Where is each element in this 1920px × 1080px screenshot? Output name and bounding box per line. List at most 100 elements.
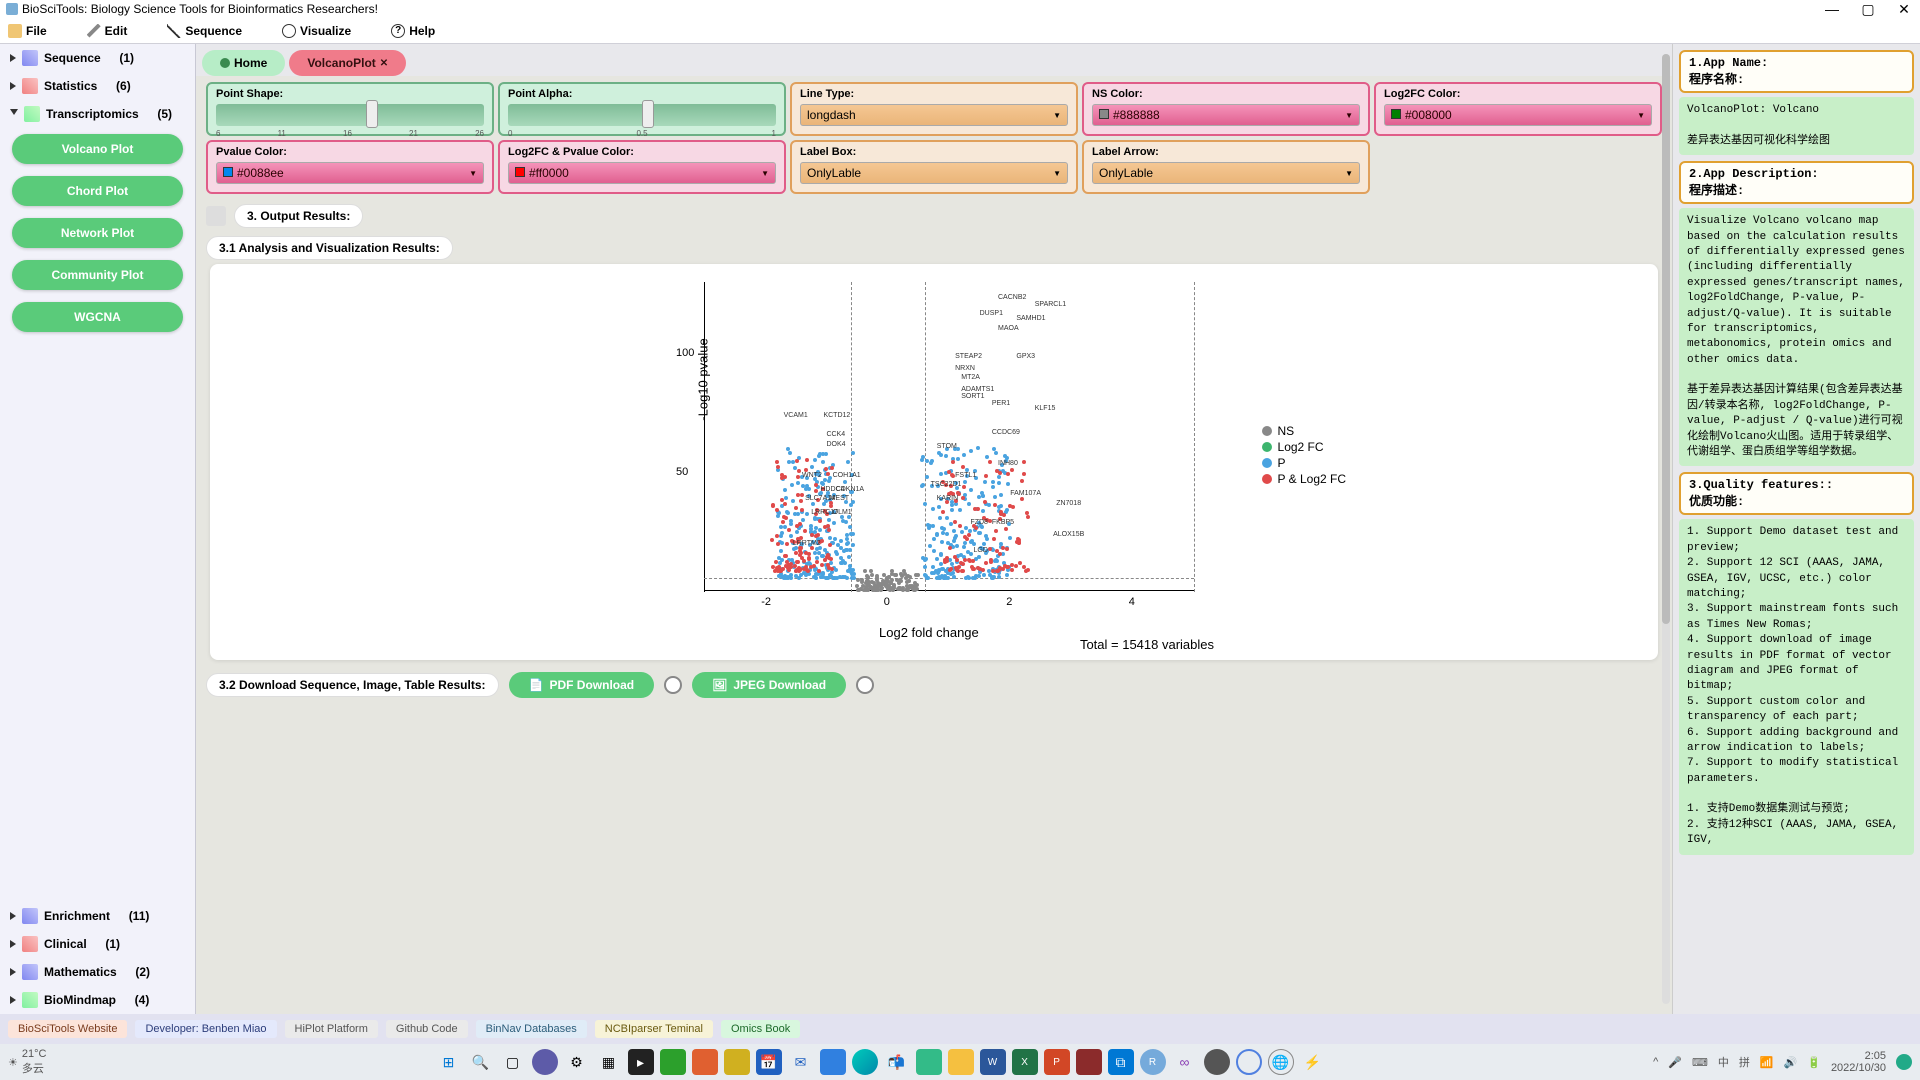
app-icon[interactable] [1236,1049,1262,1075]
link-ncbiparser[interactable]: NCBIparser Teminal [595,1020,713,1038]
line-type-dropdown[interactable]: longdash▼ [800,104,1068,126]
volume-icon[interactable]: 🔊 [1784,1056,1798,1069]
mail-icon[interactable]: ✉ [788,1049,814,1075]
info-appdesc-body: Visualize Volcano volcano map based on t… [1679,208,1914,466]
explorer-icon[interactable] [948,1049,974,1075]
sidebar-group-sequence[interactable]: Sequence (1) [0,44,195,72]
sidebar-group-statistics[interactable]: Statistics (6) [0,72,195,100]
weather-widget[interactable]: ☀ 21°C多云 [8,1048,108,1076]
link-hiplot[interactable]: HiPlot Platform [285,1020,378,1038]
task-view-icon[interactable]: ▢ [500,1049,526,1075]
wifi-icon[interactable]: 📶 [1760,1056,1774,1069]
start-button[interactable]: ⊞ [436,1049,462,1075]
scrollbar[interactable] [1662,54,1670,1004]
app-icon[interactable] [820,1049,846,1075]
option-label-arrow: Label Arrow: OnlyLable▼ [1082,140,1370,194]
notification-icon[interactable] [1896,1054,1912,1070]
point-alpha-slider[interactable]: 00.51 [508,104,776,126]
point-shape-slider[interactable]: 611162126 [216,104,484,126]
powerpoint-icon[interactable]: P [1044,1049,1070,1075]
tab-close-icon[interactable]: ✕ [380,58,388,69]
sidebar-group-transcriptomics[interactable]: Transcriptomics (5) [0,100,195,128]
link-binnav[interactable]: BinNav Databases [476,1020,587,1038]
pdf-download-button[interactable]: 📄PDF Download [509,672,655,698]
pdf-radio[interactable] [664,676,682,694]
chevron-down-icon: ▼ [1345,169,1353,178]
excel-icon[interactable]: X [1012,1049,1038,1075]
jpeg-download-button[interactable]: 🖼JPEG Download [692,672,846,698]
mic-icon[interactable]: 🎤 [1668,1056,1682,1069]
x-axis-label: Log2 fold change [879,625,979,640]
app-icon[interactable] [1204,1049,1230,1075]
sidebar-item-network-plot[interactable]: Network Plot [12,218,183,248]
close-button[interactable]: ✕ [1894,1,1914,18]
plot-canvas: -Log10 pvalue Log2 fold change Total = 1… [594,272,1274,652]
app-icon[interactable]: ⚡ [1300,1049,1326,1075]
app-icon[interactable] [916,1049,942,1075]
link-github[interactable]: Github Code [386,1020,468,1038]
sidebar-group-biomindmap[interactable]: BioMindmap (4) [0,986,195,1014]
menu-edit[interactable]: Edit [87,24,128,38]
menubar: File Edit Sequence Visualize ?Help [0,18,1920,44]
jpeg-radio[interactable] [856,676,874,694]
menu-file[interactable]: File [8,24,47,38]
menu-sequence[interactable]: Sequence [167,24,242,38]
ime-pin[interactable]: 拼 [1739,1054,1750,1070]
link-bioscitools-website[interactable]: BioSciTools Website [8,1020,127,1038]
app-icon[interactable] [1076,1049,1102,1075]
sidebar-group-clinical[interactable]: Clinical (1) [0,930,195,958]
keyboard-icon[interactable]: ⌨ [1692,1056,1708,1069]
pvalue-color-dropdown[interactable]: #0088ee▼ [216,162,484,184]
section-output-results: 3. Output Results: [234,204,363,228]
app-icon[interactable] [692,1049,718,1075]
maximize-button[interactable]: ▢ [1858,1,1878,18]
section-analysis-results: 3.1 Analysis and Visualization Results: [206,236,453,260]
chevron-down-icon: ▼ [1345,111,1353,120]
calendar-icon[interactable]: 📅 [756,1049,782,1075]
log2fc-color-dropdown[interactable]: #008000▼ [1384,104,1652,126]
tab-home[interactable]: Home [202,50,285,76]
app-icon[interactable] [660,1049,686,1075]
battery-icon[interactable]: 🔋 [1807,1056,1821,1069]
image-icon: 🖼 [712,678,727,692]
chart-icon [206,206,226,226]
vscode-icon[interactable]: ⧉ [1108,1049,1134,1075]
link-developer[interactable]: Developer: Benben Miao [135,1020,276,1038]
log2fc-pvalue-color-dropdown[interactable]: #ff0000▼ [508,162,776,184]
info-appname-body: VolcanoPlot: Volcano 差异表达基因可视化科学绘图 [1679,97,1914,155]
ns-color-dropdown[interactable]: #888888▼ [1092,104,1360,126]
pdf-icon: 📄 [529,678,544,692]
app-icon[interactable] [724,1049,750,1075]
chevron-right-icon [10,54,16,62]
app-icon[interactable] [532,1049,558,1075]
sidebar-item-chord-plot[interactable]: Chord Plot [12,176,183,206]
search-icon[interactable]: 🔍 [468,1049,494,1075]
word-icon[interactable]: W [980,1049,1006,1075]
edge-icon[interactable] [852,1049,878,1075]
menu-visualize[interactable]: Visualize [282,24,351,38]
minimize-button[interactable]: — [1822,1,1842,18]
sidebar-group-mathematics[interactable]: Mathematics (2) [0,958,195,986]
mail-icon[interactable]: 📬 [884,1049,910,1075]
sidebar-item-community-plot[interactable]: Community Plot [12,260,183,290]
sidebar-item-volcano-plot[interactable]: Volcano Plot [12,134,183,164]
clock[interactable]: 2:052022/10/30 [1831,1050,1886,1074]
settings-icon[interactable]: ⚙ [564,1049,590,1075]
sidebar-item-wgcna[interactable]: WGCNA [12,302,183,332]
app-icon[interactable]: ▦ [596,1049,622,1075]
link-omicsbook[interactable]: Omics Book [721,1020,800,1038]
scrollbar-thumb[interactable] [1662,54,1670,624]
tray-chevron-icon[interactable]: ^ [1653,1056,1658,1068]
rstudio-icon[interactable]: R [1140,1049,1166,1075]
visualstudio-icon[interactable]: ∞ [1172,1049,1198,1075]
sidebar-group-enrichment[interactable]: Enrichment (11) [0,902,195,930]
pencil-icon [87,24,101,38]
terminal-icon[interactable]: ▸ [628,1049,654,1075]
plot-legend: NSLog2 FCPP & Log2 FC [1262,422,1346,488]
tab-volcanoplot[interactable]: VolcanoPlot✕ [289,50,406,76]
menu-help[interactable]: ?Help [391,24,435,38]
globe-icon[interactable]: 🌐 [1268,1049,1294,1075]
label-arrow-dropdown[interactable]: OnlyLable▼ [1092,162,1360,184]
label-box-dropdown[interactable]: OnlyLable▼ [800,162,1068,184]
ime-lang[interactable]: 中 [1718,1054,1729,1070]
